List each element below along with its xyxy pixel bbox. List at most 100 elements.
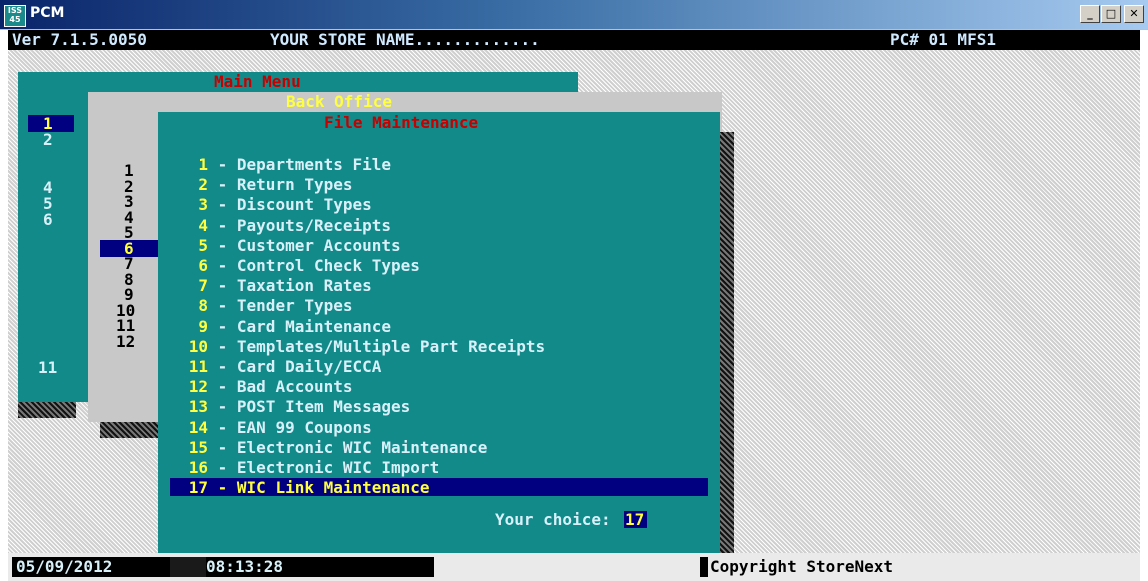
menu-item-13[interactable]: 13 - POST Item Messages <box>178 397 411 417</box>
main-menu-item-2[interactable]: 2 <box>43 131 53 148</box>
status-filler <box>286 557 434 577</box>
header-bar: Ver 7.1.5.0050 YOUR STORE NAME..........… <box>8 30 1140 50</box>
menu-item-dash: - <box>208 417 237 437</box>
menu-item-9[interactable]: 9 - Card Maintenance <box>178 318 391 335</box>
main-menu-title: Main Menu <box>214 72 301 91</box>
menu-item-label: Customer Accounts <box>236 235 401 255</box>
menu-item-number: 11 <box>188 357 208 376</box>
menu-item-label: Discount Types <box>236 195 372 215</box>
menu-item-number: 12 <box>188 377 208 397</box>
menu-item-dash: - <box>208 437 237 457</box>
menu-item-dash: - <box>208 336 237 356</box>
menu-item-label: Control Check Types <box>236 256 420 275</box>
menu-item-dash: - <box>208 357 237 376</box>
menu-item-17[interactable]: 17 - WIC Link Maintenance <box>178 479 430 496</box>
menu-item-number: 6 <box>198 256 208 275</box>
menu-item-number: 1 <box>198 155 208 174</box>
menu-item-15[interactable]: 15 - Electronic WIC Maintenance <box>178 437 488 457</box>
menu-item-number: 14 <box>188 417 208 437</box>
close-button[interactable]: ✕ <box>1124 5 1144 23</box>
app-icon[interactable]: ISS 45 <box>4 5 26 27</box>
menu-item-label: Card Daily/ECCA <box>236 357 382 376</box>
menu-item-11[interactable]: 11 - Card Daily/ECCA <box>178 357 382 376</box>
menu-item-number: 16 <box>188 458 208 477</box>
menu-item-dash: - <box>208 458 237 477</box>
minimize-button[interactable]: _ <box>1080 5 1100 23</box>
file-maintenance-window: File Maintenance 1 - Departments File 2 -… <box>158 112 720 558</box>
status-date: 05/09/2012 <box>12 557 170 577</box>
menu-item-dash: - <box>208 195 237 215</box>
back-office-shadow <box>100 422 160 438</box>
menu-item-number: 17 <box>188 478 208 498</box>
menu-item-label: Electronic WIC Import <box>236 458 440 477</box>
app-icon-text-top: ISS <box>7 6 23 15</box>
main-menu-shadow <box>18 402 76 418</box>
menu-item-3[interactable]: 3 - Discount Types <box>178 195 372 215</box>
menu-item-8[interactable]: 8 - Tender Types <box>178 296 353 316</box>
menu-item-number: 8 <box>198 296 208 316</box>
menu-item-dash: - <box>208 256 237 275</box>
menu-item-1[interactable]: 1 - Departments File <box>178 156 391 173</box>
menu-item-number: 3 <box>198 195 208 215</box>
menu-item-label: POST Item Messages <box>236 397 411 417</box>
menu-item-number: 5 <box>198 235 208 255</box>
menu-item-label: WIC Link Maintenance <box>236 478 430 498</box>
menu-item-4[interactable]: 4 - Payouts/Receipts <box>178 217 391 234</box>
menu-item-dash: - <box>208 397 237 417</box>
menu-item-dash: - <box>208 276 237 296</box>
menu-item-7[interactable]: 7 - Taxation Rates <box>178 276 372 296</box>
menu-item-dash: - <box>208 377 237 397</box>
menu-item-14[interactable]: 14 - EAN 99 Coupons <box>178 419 372 436</box>
menu-item-10[interactable]: 10 - Templates/Multiple Part Receipts <box>178 338 545 355</box>
status-time: 08:13:28 <box>206 557 286 577</box>
menu-item-16[interactable]: 16 - Electronic WIC Import <box>178 459 439 476</box>
version-label: Ver 7.1.5.0050 <box>12 30 147 49</box>
menu-item-label: Tender Types <box>236 296 353 316</box>
menu-item-6[interactable]: 6 - Control Check Types <box>178 257 420 274</box>
back-office-item-12[interactable]: 12 <box>116 333 135 350</box>
menu-item-12[interactable]: 12 - Bad Accounts <box>178 378 353 395</box>
title-bar[interactable]: ISS 45 PCM _ □ ✕ <box>0 0 1148 30</box>
menu-item-label: Electronic WIC Maintenance <box>236 437 488 457</box>
menu-item-label: Payouts/Receipts <box>236 215 392 235</box>
menu-item-dash: - <box>208 316 237 336</box>
status-copyright: Copyright StoreNext <box>710 557 894 576</box>
menu-item-number: 9 <box>198 316 208 336</box>
back-office-title: Back Office <box>286 92 392 111</box>
menu-item-label: EAN 99 Coupons <box>236 417 372 437</box>
menu-item-label: Taxation Rates <box>236 276 372 296</box>
choice-prompt-label: Your choice: <box>495 510 611 529</box>
app-icon-text-bottom: 45 <box>9 15 21 24</box>
menu-item-dash: - <box>208 235 237 255</box>
menu-item-number: 13 <box>188 397 208 417</box>
menu-item-2[interactable]: 2 - Return Types <box>178 175 353 195</box>
status-marker <box>700 557 708 577</box>
main-menu-item-11[interactable]: 11 <box>38 359 57 376</box>
menu-item-dash: - <box>208 175 237 195</box>
file-maintenance-shadow <box>720 132 734 562</box>
menu-item-dash: - <box>208 296 237 316</box>
menu-item-number: 15 <box>188 437 208 457</box>
menu-item-label: Bad Accounts <box>236 377 353 397</box>
maximize-button[interactable]: □ <box>1101 5 1121 23</box>
menu-item-number: 10 <box>188 336 208 356</box>
menu-item-dash: - <box>208 478 237 498</box>
menu-item-label: Departments File <box>236 155 392 174</box>
status-separator <box>170 557 206 577</box>
menu-item-5[interactable]: 5 - Customer Accounts <box>178 235 401 255</box>
menu-item-number: 7 <box>198 276 208 296</box>
pc-id: PC# 01 MFS1 <box>890 30 996 49</box>
console-screen[interactable]: Ver 7.1.5.0050 YOUR STORE NAME..........… <box>8 30 1140 581</box>
menu-item-label: Templates/Multiple Part Receipts <box>236 336 546 356</box>
store-name: YOUR STORE NAME............. <box>270 30 540 49</box>
status-bar: 05/09/2012 08:13:28 Copyright StoreNext <box>8 553 1140 581</box>
menu-item-dash: - <box>208 215 237 235</box>
menu-item-dash: - <box>208 155 237 174</box>
main-menu-item-6[interactable]: 6 <box>43 211 53 228</box>
file-maintenance-title: File Maintenance <box>324 113 479 132</box>
menu-item-label: Return Types <box>236 175 353 195</box>
menu-item-label: Card Maintenance <box>236 316 392 336</box>
choice-input[interactable]: 17 <box>625 511 644 528</box>
menu-item-number: 4 <box>198 215 208 235</box>
window-title: PCM <box>30 5 65 21</box>
